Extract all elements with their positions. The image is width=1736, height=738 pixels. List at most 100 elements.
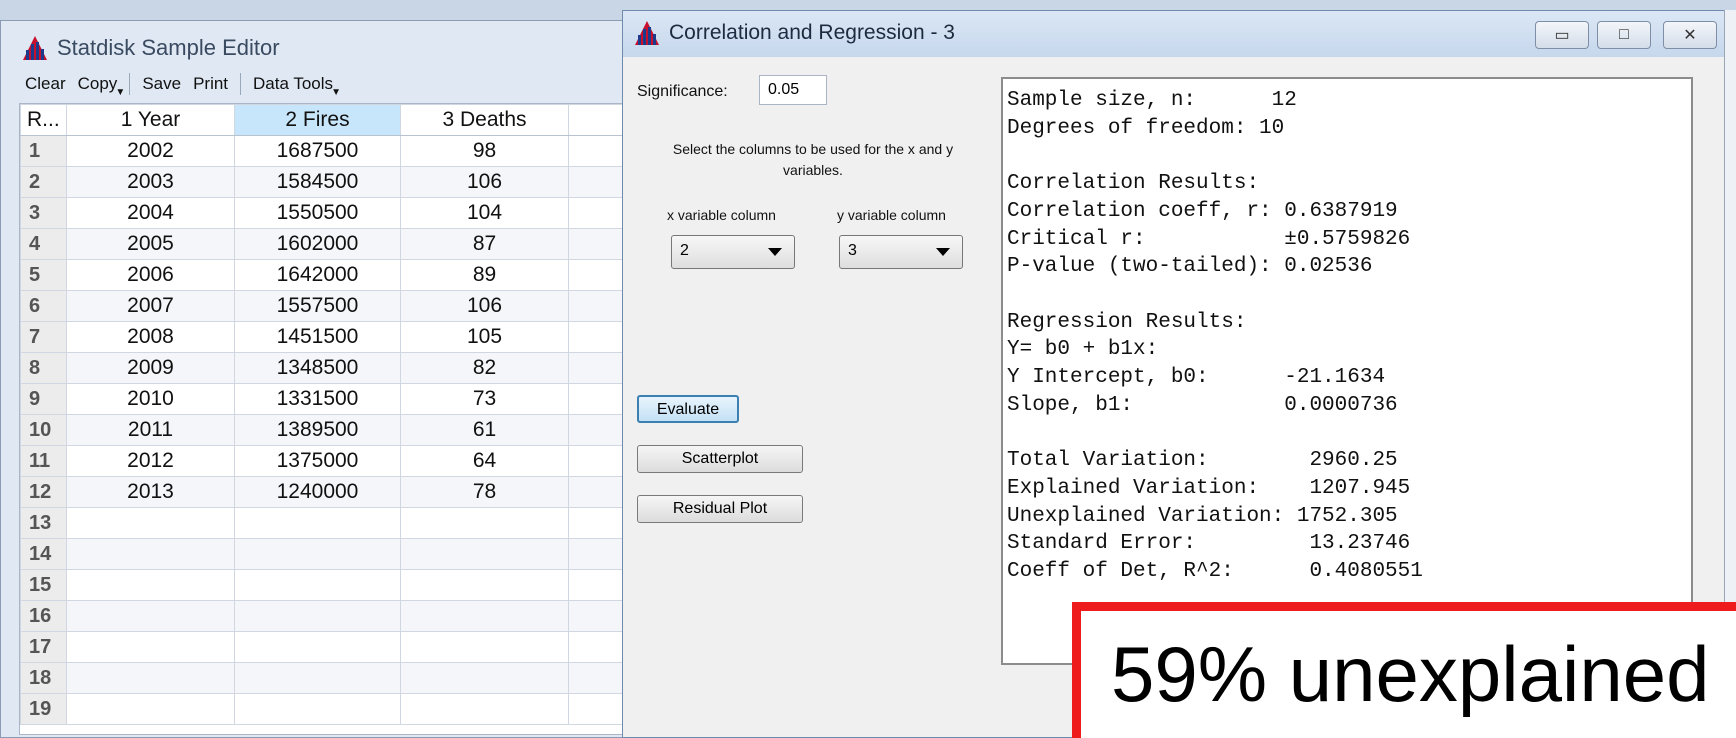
close-button[interactable]: ✕ (1663, 21, 1717, 49)
cell-fires[interactable]: 1642000 (234, 259, 401, 291)
cell-fires[interactable] (234, 600, 401, 632)
row-number-cell[interactable]: 11 (20, 445, 67, 477)
cell-fires[interactable]: 1557500 (234, 290, 401, 322)
minimize-button[interactable]: ▭ (1535, 21, 1589, 49)
data-tools-menu[interactable]: Data Tools ▼ (247, 74, 341, 98)
cell-fires[interactable] (234, 693, 401, 725)
cell-deaths[interactable]: 61 (400, 414, 569, 446)
evaluate-button[interactable]: Evaluate (637, 395, 739, 423)
scatterplot-button[interactable]: Scatterplot (637, 445, 803, 473)
table-row[interactable]: 2 2003 1584500 106 (20, 166, 669, 198)
save-button[interactable]: Save (136, 74, 187, 94)
cell-year[interactable]: 2003 (66, 166, 235, 198)
cell-year[interactable]: 2013 (66, 476, 235, 508)
results-panel[interactable]: Sample size, n: 12 Degrees of freedom: 1… (1001, 77, 1693, 665)
cell-fires[interactable]: 1331500 (234, 383, 401, 415)
cell-deaths[interactable]: 87 (400, 228, 569, 260)
cell-fires[interactable]: 1584500 (234, 166, 401, 198)
cell-year[interactable] (66, 569, 235, 601)
cell-fires[interactable]: 1348500 (234, 352, 401, 384)
cell-year[interactable] (66, 600, 235, 632)
table-row[interactable]: 14 (20, 538, 669, 570)
cell-year[interactable]: 2004 (66, 197, 235, 229)
row-number-cell[interactable]: 5 (20, 259, 67, 291)
cell-fires[interactable]: 1451500 (234, 321, 401, 353)
row-number-cell[interactable]: 12 (20, 476, 67, 508)
cell-fires[interactable] (234, 631, 401, 663)
data-grid[interactable]: R... 1 Year 2 Fires 3 Deaths 1 2002 168750… (19, 103, 671, 735)
row-number-cell[interactable]: 13 (20, 507, 67, 539)
cell-year[interactable]: 2008 (66, 321, 235, 353)
significance-input[interactable] (759, 75, 827, 105)
table-row[interactable]: 18 (20, 662, 669, 694)
cell-fires[interactable]: 1389500 (234, 414, 401, 446)
cell-deaths[interactable]: 104 (400, 197, 569, 229)
row-number-cell[interactable]: 3 (20, 197, 67, 229)
row-number-cell[interactable]: 15 (20, 569, 67, 601)
cell-year[interactable] (66, 538, 235, 570)
cell-year[interactable] (66, 693, 235, 725)
cell-deaths[interactable] (400, 662, 569, 694)
cell-deaths[interactable]: 78 (400, 476, 569, 508)
cell-deaths[interactable] (400, 569, 569, 601)
row-number-cell[interactable]: 8 (20, 352, 67, 384)
cell-year[interactable]: 2007 (66, 290, 235, 322)
row-number-cell[interactable]: 4 (20, 228, 67, 260)
cell-deaths[interactable]: 105 (400, 321, 569, 353)
cell-deaths[interactable]: 89 (400, 259, 569, 291)
cell-year[interactable]: 2002 (66, 135, 235, 167)
row-number-cell[interactable]: 7 (20, 321, 67, 353)
row-number-cell[interactable]: 14 (20, 538, 67, 570)
row-number-cell[interactable]: 19 (20, 693, 67, 725)
cell-year[interactable]: 2011 (66, 414, 235, 446)
cell-year[interactable]: 2010 (66, 383, 235, 415)
row-number-cell[interactable]: 10 (20, 414, 67, 446)
cell-year[interactable]: 2006 (66, 259, 235, 291)
table-row[interactable]: 1 2002 1687500 98 (20, 135, 669, 167)
column-header-year[interactable]: 1 Year (66, 104, 235, 136)
table-row[interactable]: 9 2010 1331500 73 (20, 383, 669, 415)
cell-year[interactable] (66, 631, 235, 663)
clear-button[interactable]: Clear (19, 74, 72, 94)
cell-fires[interactable]: 1687500 (234, 135, 401, 167)
table-row[interactable]: 6 2007 1557500 106 (20, 290, 669, 322)
column-header-deaths[interactable]: 3 Deaths (400, 104, 569, 136)
row-number-cell[interactable]: 9 (20, 383, 67, 415)
cell-year[interactable] (66, 507, 235, 539)
cell-deaths[interactable]: 106 (400, 290, 569, 322)
cell-deaths[interactable] (400, 631, 569, 663)
table-row[interactable]: 17 (20, 631, 669, 663)
table-row[interactable]: 16 (20, 600, 669, 632)
row-number-cell[interactable]: 17 (20, 631, 67, 663)
cell-deaths[interactable]: 73 (400, 383, 569, 415)
table-row[interactable]: 5 2006 1642000 89 (20, 259, 669, 291)
copy-menu[interactable]: Copy ▼ (72, 74, 126, 98)
table-row[interactable]: 13 (20, 507, 669, 539)
table-row[interactable]: 8 2009 1348500 82 (20, 352, 669, 384)
cell-year[interactable]: 2012 (66, 445, 235, 477)
row-number-cell[interactable]: 18 (20, 662, 67, 694)
cell-fires[interactable] (234, 569, 401, 601)
cell-deaths[interactable]: 98 (400, 135, 569, 167)
cell-deaths[interactable] (400, 693, 569, 725)
cell-deaths[interactable] (400, 507, 569, 539)
table-row[interactable]: 7 2008 1451500 105 (20, 321, 669, 353)
cell-deaths[interactable] (400, 600, 569, 632)
cell-fires[interactable] (234, 538, 401, 570)
x-variable-select[interactable]: 2 (671, 235, 795, 269)
table-row[interactable]: 3 2004 1550500 104 (20, 197, 669, 229)
maximize-button[interactable]: □ (1597, 21, 1651, 49)
table-row[interactable]: 15 (20, 569, 669, 601)
cell-fires[interactable]: 1375000 (234, 445, 401, 477)
cell-fires[interactable]: 1550500 (234, 197, 401, 229)
row-number-cell[interactable]: 1 (20, 135, 67, 167)
residual-plot-button[interactable]: Residual Plot (637, 495, 803, 523)
table-row[interactable]: 4 2005 1602000 87 (20, 228, 669, 260)
cell-deaths[interactable]: 82 (400, 352, 569, 384)
cell-fires[interactable] (234, 507, 401, 539)
column-header-fires[interactable]: 2 Fires (234, 104, 401, 136)
cell-deaths[interactable]: 64 (400, 445, 569, 477)
row-number-cell[interactable]: 16 (20, 600, 67, 632)
row-number-cell[interactable]: 2 (20, 166, 67, 198)
column-header-row-number[interactable]: R... (20, 104, 67, 136)
